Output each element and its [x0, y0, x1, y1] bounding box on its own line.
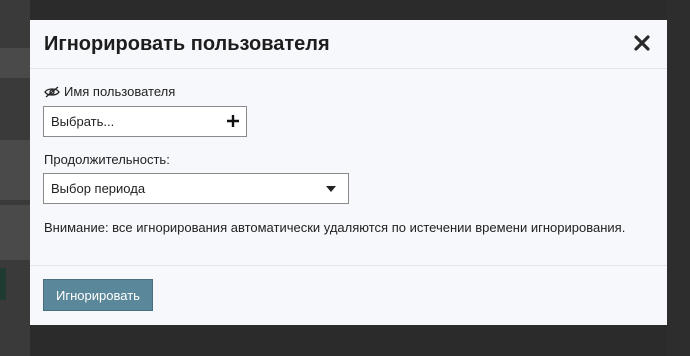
caret-down-icon: [326, 186, 336, 192]
user-field-label: Имя пользователя: [44, 84, 175, 99]
warning-text: Внимание: все игнорирования автоматическ…: [44, 220, 626, 235]
close-icon: [634, 35, 650, 51]
background-page: [0, 0, 30, 356]
dialog-title: Игнорировать пользователя: [44, 33, 330, 55]
duration-select[interactable]: Выбор периода: [43, 173, 349, 204]
duration-field-label: Продолжительность:: [44, 152, 170, 167]
eye-off-icon: [44, 86, 60, 97]
ignore-user-dialog: Игнорировать пользователя Имя пользовате…: [30, 20, 667, 325]
background-button: [0, 268, 6, 300]
user-select-placeholder: Выбрать...: [51, 114, 115, 129]
background-edge: [667, 0, 690, 356]
plus-icon: [227, 115, 239, 127]
ignore-button[interactable]: Игнорировать: [43, 279, 153, 311]
footer-divider: [30, 265, 667, 266]
dialog-header: Игнорировать пользователя: [30, 20, 667, 69]
user-select[interactable]: Выбрать...: [43, 106, 247, 137]
user-field-label-text: Имя пользователя: [64, 84, 176, 99]
duration-select-value: Выбор периода: [51, 181, 146, 196]
background-panel: [0, 48, 30, 78]
background-panel: [0, 205, 30, 260]
background-panel: [0, 140, 30, 200]
close-button[interactable]: [633, 34, 651, 52]
